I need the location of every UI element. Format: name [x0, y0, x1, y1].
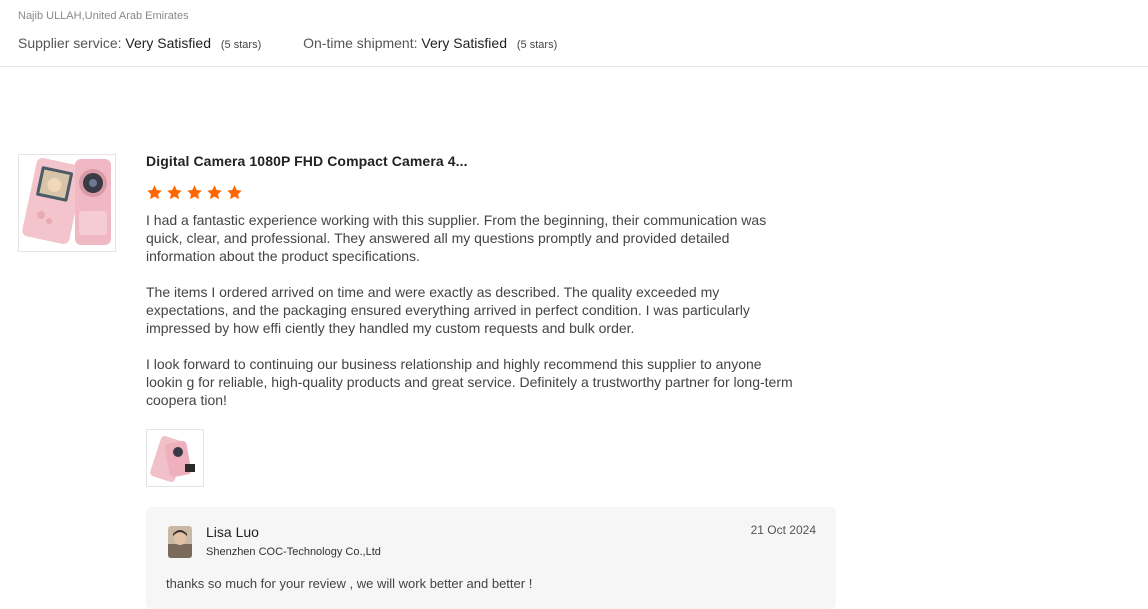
rating-label: On-time shipment:	[303, 35, 418, 51]
star-icon	[227, 185, 242, 200]
reply-author-name: Lisa Luo	[206, 524, 259, 540]
avatar	[168, 526, 192, 558]
supplier-ratings: Supplier service: Very Satisfied (5 star…	[18, 35, 595, 51]
rating-stars-text: (5 stars)	[220, 39, 262, 51]
rating-value: Very Satisfied	[125, 35, 211, 51]
review-paragraph: I look forward to continuing our busines…	[146, 356, 793, 408]
star-icon	[147, 185, 162, 200]
star-icon	[187, 185, 202, 200]
product-title[interactable]: Digital Camera 1080P FHD Compact Camera …	[146, 153, 468, 169]
reviewer-header: Najib ULLAH,United Arab Emirates Supplie…	[0, 0, 1148, 67]
product-thumbnail[interactable]	[18, 154, 116, 252]
reviewer-name-location: Najib ULLAH,United Arab Emirates	[18, 10, 189, 22]
reply-date: 21 Oct 2024	[750, 523, 816, 537]
review-paragraph: I had a fantastic experience working wit…	[146, 212, 767, 264]
review-attachment-image[interactable]	[146, 429, 204, 487]
rating-supplier-service: Supplier service: Very Satisfied (5 star…	[18, 35, 261, 51]
star-icon	[167, 185, 182, 200]
review-rating-stars	[146, 184, 243, 201]
supplier-reply: Lisa Luo Shenzhen COC-Technology Co.,Ltd…	[146, 507, 836, 609]
star-icon	[207, 185, 222, 200]
rating-on-time-shipment: On-time shipment: Very Satisfied (5 star…	[303, 35, 557, 51]
rating-label: Supplier service:	[18, 35, 122, 51]
review-body: I had a fantastic experience working wit…	[146, 211, 802, 427]
reply-company-name[interactable]: Shenzhen COC-Technology Co.,Ltd	[206, 546, 381, 558]
reply-text: thanks so much for your review , we will…	[166, 576, 533, 591]
rating-stars-text: (5 stars)	[516, 39, 558, 51]
rating-value: Very Satisfied	[421, 35, 507, 51]
review-paragraph: The items I ordered arrived on time and …	[146, 284, 750, 336]
